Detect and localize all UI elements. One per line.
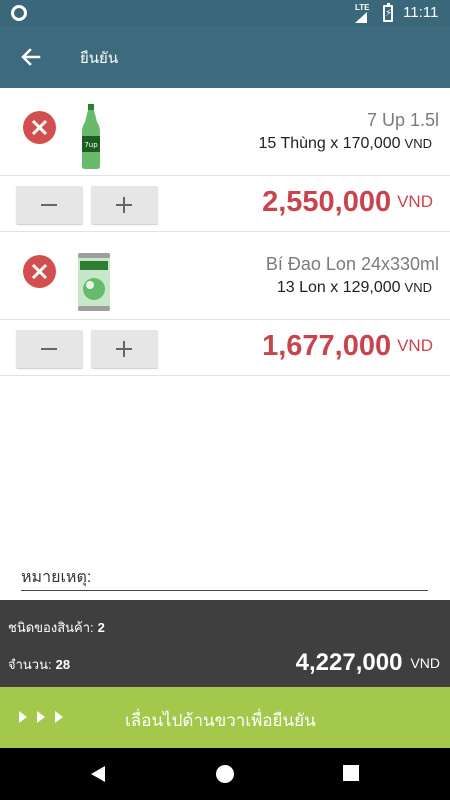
line-total-amount: 1,677,000 bbox=[262, 330, 392, 362]
swipe-label: เลื่อนไปด้านขวาเพื่อยืนยัน bbox=[125, 711, 316, 730]
system-nav-bar bbox=[0, 748, 450, 800]
close-icon bbox=[31, 263, 48, 280]
notification-dot-icon bbox=[11, 5, 27, 21]
note-field[interactable]: หมายเหตุ: bbox=[21, 565, 428, 591]
grand-total-currency: VND bbox=[410, 655, 440, 671]
item-qty-text: 13 Lon x 129,000 bbox=[276, 279, 401, 296]
item-kinds-label: ชนิดของสินค้า: bbox=[8, 620, 94, 635]
increase-qty-button[interactable] bbox=[91, 330, 158, 368]
line-total-currency: VND bbox=[397, 336, 433, 355]
item-info-row: Bí Đao Lon 24x330ml 13 Lon x 129,000 VND bbox=[0, 232, 450, 320]
grand-total-amount: 4,227,000 bbox=[295, 649, 403, 676]
item-qty-currency: VND bbox=[404, 280, 432, 295]
network-type: LTE bbox=[355, 3, 370, 12]
line-total-currency: VND bbox=[397, 192, 433, 211]
nav-recents-icon[interactable] bbox=[343, 765, 359, 781]
status-bar: LTE ⚡ 11:11 bbox=[0, 0, 450, 26]
line-total-amount: 2,550,000 bbox=[262, 186, 392, 218]
battery-icon: ⚡ bbox=[383, 3, 393, 22]
plus-icon bbox=[116, 341, 132, 357]
close-icon bbox=[31, 119, 48, 136]
item-info-row: 7up 7 Up 1.5l 15 Thùng x 170,000 VND bbox=[0, 88, 450, 176]
swipe-to-confirm[interactable]: เลื่อนไปด้านขวาเพื่อยืนยัน bbox=[0, 687, 450, 748]
item-qty-price: 15 Thùng x 170,000 VND bbox=[259, 135, 433, 153]
total-quantity: จำนวน: 28 bbox=[8, 654, 70, 675]
plus-icon bbox=[116, 197, 132, 213]
line-total: 1,677,000 VND bbox=[262, 330, 433, 363]
remove-item-button[interactable] bbox=[23, 255, 56, 288]
item-name: 7 Up 1.5l bbox=[366, 110, 439, 130]
item-name: Bí Đao Lon 24x330ml bbox=[265, 254, 439, 274]
item-qty-price: 13 Lon x 129,000 VND bbox=[277, 279, 432, 297]
grand-total: 4,227,000 VND bbox=[296, 649, 440, 677]
item-action-row: 1,677,000 VND bbox=[0, 320, 450, 376]
line-total: 2,550,000 VND bbox=[262, 186, 433, 219]
item-qty-currency: VND bbox=[404, 136, 432, 151]
total-quantity-value: 28 bbox=[55, 657, 71, 672]
decrease-qty-button[interactable] bbox=[16, 186, 83, 224]
minus-icon bbox=[41, 204, 57, 206]
screen: LTE ⚡ 11:11 ยืนยัน 7up 7 Up 1.5l 15 Thùn… bbox=[0, 0, 450, 800]
app-bar: ยืนยัน bbox=[0, 26, 450, 88]
arrow-left-icon bbox=[21, 48, 41, 66]
item-kinds: ชนิดของสินค้า: 2 bbox=[8, 617, 105, 638]
increase-qty-button[interactable] bbox=[91, 186, 158, 224]
green-can-image bbox=[78, 253, 110, 311]
decrease-qty-button[interactable] bbox=[16, 330, 83, 368]
charging-icon: ⚡ bbox=[385, 8, 393, 19]
triple-chevron-right-icon bbox=[19, 711, 63, 723]
total-quantity-label: จำนวน: bbox=[8, 657, 52, 672]
nav-home-icon[interactable] bbox=[216, 765, 234, 783]
green-bottle-image: 7up bbox=[82, 104, 100, 169]
minus-icon bbox=[41, 348, 57, 350]
clock: 11:11 bbox=[403, 4, 439, 21]
item-action-row: 2,550,000 VND bbox=[0, 176, 450, 232]
remove-item-button[interactable] bbox=[23, 111, 56, 144]
page-title: ยืนยัน bbox=[80, 50, 119, 67]
item-qty-text: 15 Thùng x 170,000 bbox=[258, 135, 401, 152]
nav-back-icon[interactable] bbox=[89, 765, 107, 783]
back-button[interactable] bbox=[14, 40, 48, 74]
svg-text:7up: 7up bbox=[84, 141, 98, 149]
item-kinds-value: 2 bbox=[97, 620, 105, 635]
order-summary: ชนิดของสินค้า: 2 จำนวน: 28 4,227,000 VND bbox=[0, 600, 450, 687]
signal-icon bbox=[355, 12, 367, 23]
